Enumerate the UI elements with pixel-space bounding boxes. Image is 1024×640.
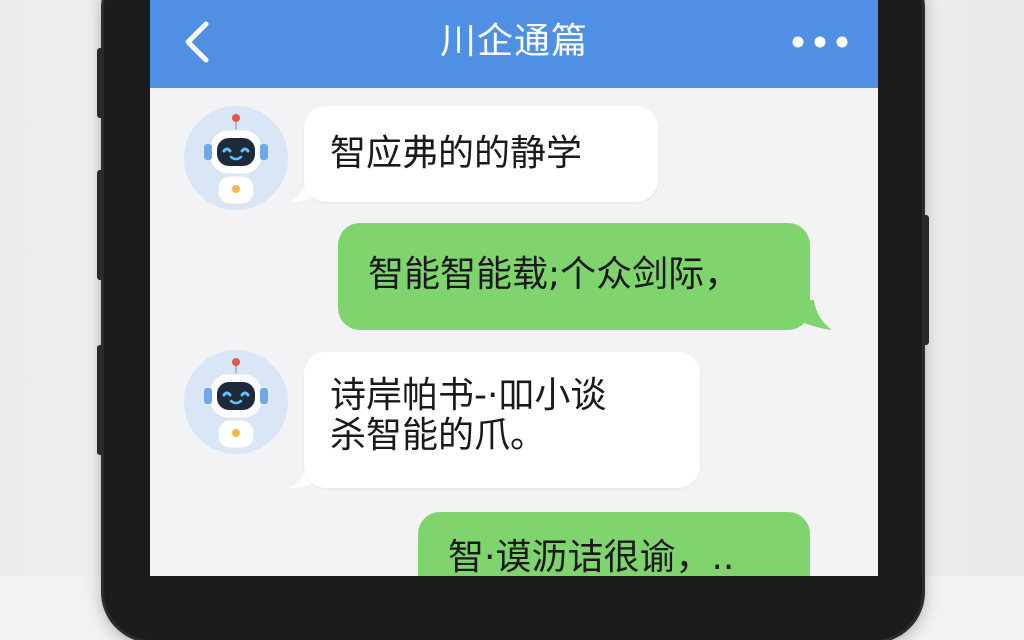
more-dots-icon[interactable] <box>790 30 850 54</box>
message-text: 智能智能载;个众剑际， <box>368 254 741 295</box>
nav-bar: 川企通篇 <box>150 0 878 88</box>
message-text-line: 诗岸帕书-·吅小谈 <box>330 375 607 416</box>
message-bubble-outgoing[interactable]: 智·谟沥诘很谕，.. <box>418 512 810 576</box>
chat-screen: 川企通篇 智应弗的的静学 智能智能载;个众剑际， 诗岸帕书-·吅小谈 杀智能的爪… <box>150 0 878 576</box>
robot-avatar[interactable] <box>184 350 288 454</box>
message-text-line: 杀智能的爪。 <box>330 415 547 456</box>
chat-title: 川企通篇 <box>439 21 588 62</box>
phone-side-button <box>97 48 104 118</box>
phone-volume-down-button <box>97 345 104 455</box>
bubble-tail <box>802 300 832 330</box>
phone-volume-up-button <box>97 170 104 280</box>
message-bubble-incoming[interactable]: 智应弗的的静学 <box>304 106 658 202</box>
message-bubble-incoming[interactable]: 诗岸帕书-·吅小谈 杀智能的爪。 <box>304 352 700 488</box>
phone-power-button <box>922 215 929 345</box>
message-text: 智应弗的的静学 <box>330 133 583 174</box>
robot-avatar[interactable] <box>184 106 288 210</box>
message-bubble-outgoing[interactable]: 智能智能载;个众剑际， <box>338 223 810 330</box>
message-text: 智·谟沥诘很谕，.. <box>448 537 735 576</box>
